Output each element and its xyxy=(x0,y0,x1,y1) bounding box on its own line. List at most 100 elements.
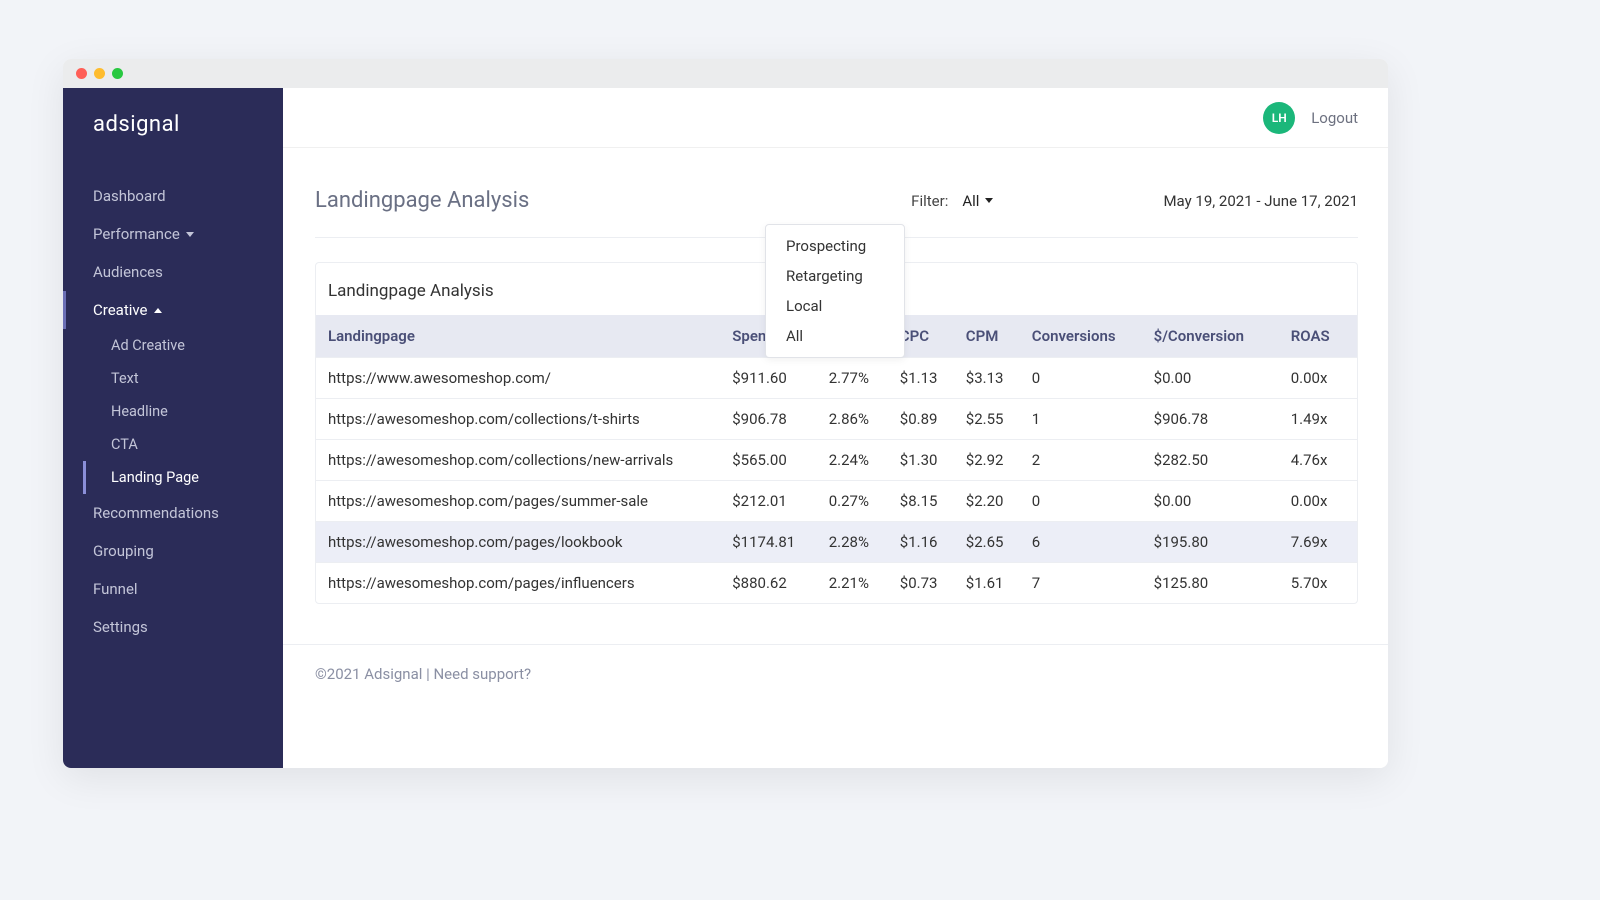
cell-spend: $911.60 xyxy=(722,358,818,399)
cell-dpc: $906.78 xyxy=(1144,399,1281,440)
cell-ctr: 2.21% xyxy=(819,563,890,604)
filter-dropdown-toggle[interactable]: All xyxy=(962,192,993,210)
cell-conversions: 6 xyxy=(1022,522,1144,563)
table-row[interactable]: https://awesomeshop.com/pages/lookbook$1… xyxy=(316,522,1357,563)
cell-dpc: $0.00 xyxy=(1144,481,1281,522)
sidebar-subitem-cta[interactable]: CTA xyxy=(63,428,283,461)
cell-cpc: $1.30 xyxy=(890,440,956,481)
cell-ctr: 0.27% xyxy=(819,481,890,522)
cell-roas: 7.69x xyxy=(1281,522,1357,563)
table-row[interactable]: https://awesomeshop.com/collections/t-sh… xyxy=(316,399,1357,440)
cell-spend: $1174.81 xyxy=(722,522,818,563)
filter-option-local[interactable]: Local xyxy=(766,291,904,321)
cell-cpc: $8.15 xyxy=(890,481,956,522)
logout-link[interactable]: Logout xyxy=(1311,109,1358,127)
cell-conversions: 1 xyxy=(1022,399,1144,440)
caret-down-icon xyxy=(186,232,194,237)
cell-landingpage: https://awesomeshop.com/collections/t-sh… xyxy=(316,399,722,440)
cell-ctr: 2.86% xyxy=(819,399,890,440)
th-cpm[interactable]: CPM xyxy=(956,315,1022,358)
browser-frame: adsignal Dashboard Performance Audiences… xyxy=(63,59,1388,768)
sidebar-item-label: Performance xyxy=(93,225,180,243)
cell-spend: $906.78 xyxy=(722,399,818,440)
sidebar: adsignal Dashboard Performance Audiences… xyxy=(63,88,283,768)
cell-dpc: $195.80 xyxy=(1144,522,1281,563)
cell-conversions: 7 xyxy=(1022,563,1144,604)
cell-cpm: $3.13 xyxy=(956,358,1022,399)
table-row[interactable]: https://awesomeshop.com/pages/influencer… xyxy=(316,563,1357,604)
cell-cpc: $0.89 xyxy=(890,399,956,440)
cell-roas: 0.00x xyxy=(1281,358,1357,399)
brand-logo: adsignal xyxy=(63,112,283,177)
cell-dpc: $282.50 xyxy=(1144,440,1281,481)
sidebar-item-performance[interactable]: Performance xyxy=(63,215,283,253)
cell-landingpage: https://awesomeshop.com/pages/influencer… xyxy=(316,563,722,604)
sidebar-subitem-text[interactable]: Text xyxy=(63,362,283,395)
date-range-picker[interactable]: May 19, 2021 - June 17, 2021 xyxy=(1163,192,1358,210)
th-landingpage[interactable]: Landingpage xyxy=(316,315,722,358)
sidebar-item-grouping[interactable]: Grouping xyxy=(63,532,283,570)
cell-spend: $565.00 xyxy=(722,440,818,481)
sidebar-item-label: Creative xyxy=(93,301,148,319)
footer-text: ©2021 Adsignal | Need support? xyxy=(283,644,1388,703)
cell-landingpage: https://www.awesomeshop.com/ xyxy=(316,358,722,399)
sidebar-item-recommendations[interactable]: Recommendations xyxy=(63,494,283,532)
sidebar-subitem-ad-creative[interactable]: Ad Creative xyxy=(63,329,283,362)
cell-roas: 5.70x xyxy=(1281,563,1357,604)
cell-cpm: $2.92 xyxy=(956,440,1022,481)
sidebar-subitem-landing-page[interactable]: Landing Page xyxy=(83,461,283,494)
cell-cpc: $0.73 xyxy=(890,563,956,604)
cell-landingpage: https://awesomeshop.com/collections/new-… xyxy=(316,440,722,481)
th-dollar-per-conversion[interactable]: $/Conversion xyxy=(1144,315,1281,358)
sidebar-item-creative[interactable]: Creative xyxy=(63,291,283,329)
cell-conversions: 2 xyxy=(1022,440,1144,481)
window-close-dot[interactable] xyxy=(76,68,87,79)
main-content: LH Logout Landingpage Analysis Filter: A… xyxy=(283,88,1388,768)
caret-down-icon xyxy=(985,198,993,203)
table-row[interactable]: https://www.awesomeshop.com/$911.602.77%… xyxy=(316,358,1357,399)
table-row[interactable]: https://awesomeshop.com/collections/new-… xyxy=(316,440,1357,481)
browser-titlebar xyxy=(63,59,1388,88)
table-row[interactable]: https://awesomeshop.com/pages/summer-sal… xyxy=(316,481,1357,522)
filter-option-prospecting[interactable]: Prospecting xyxy=(766,231,904,261)
sidebar-item-settings[interactable]: Settings xyxy=(63,608,283,646)
caret-up-icon xyxy=(154,308,162,313)
sidebar-item-audiences[interactable]: Audiences xyxy=(63,253,283,291)
filter-option-all[interactable]: All xyxy=(766,321,904,351)
page-title: Landingpage Analysis xyxy=(315,188,529,213)
sidebar-item-dashboard[interactable]: Dashboard xyxy=(63,177,283,215)
cell-cpc: $1.16 xyxy=(890,522,956,563)
cell-cpm: $2.55 xyxy=(956,399,1022,440)
cell-landingpage: https://awesomeshop.com/pages/summer-sal… xyxy=(316,481,722,522)
page-header: Landingpage Analysis Filter: All May 19,… xyxy=(315,188,1358,238)
cell-ctr: 2.28% xyxy=(819,522,890,563)
cell-conversions: 0 xyxy=(1022,481,1144,522)
cell-conversions: 0 xyxy=(1022,358,1144,399)
cell-spend: $212.01 xyxy=(722,481,818,522)
cell-spend: $880.62 xyxy=(722,563,818,604)
cell-ctr: 2.77% xyxy=(819,358,890,399)
topbar: LH Logout xyxy=(283,88,1388,148)
filter-option-retargeting[interactable]: Retargeting xyxy=(766,261,904,291)
cell-cpm: $1.61 xyxy=(956,563,1022,604)
avatar[interactable]: LH xyxy=(1263,102,1295,134)
th-conversions[interactable]: Conversions xyxy=(1022,315,1144,358)
cell-roas: 4.76x xyxy=(1281,440,1357,481)
cell-ctr: 2.24% xyxy=(819,440,890,481)
landingpage-table: Landingpage Spend CTR CPC CPM Conversion… xyxy=(316,315,1357,603)
sidebar-item-funnel[interactable]: Funnel xyxy=(63,570,283,608)
th-roas[interactable]: ROAS xyxy=(1281,315,1357,358)
window-maximize-dot[interactable] xyxy=(112,68,123,79)
sidebar-subitem-headline[interactable]: Headline xyxy=(63,395,283,428)
cell-cpc: $1.13 xyxy=(890,358,956,399)
cell-landingpage: https://awesomeshop.com/pages/lookbook xyxy=(316,522,722,563)
filter-current-value: All xyxy=(962,192,979,210)
cell-cpm: $2.65 xyxy=(956,522,1022,563)
cell-roas: 0.00x xyxy=(1281,481,1357,522)
cell-dpc: $0.00 xyxy=(1144,358,1281,399)
cell-cpm: $2.20 xyxy=(956,481,1022,522)
window-minimize-dot[interactable] xyxy=(94,68,105,79)
cell-dpc: $125.80 xyxy=(1144,563,1281,604)
cell-roas: 1.49x xyxy=(1281,399,1357,440)
filter-label: Filter: xyxy=(911,192,948,210)
